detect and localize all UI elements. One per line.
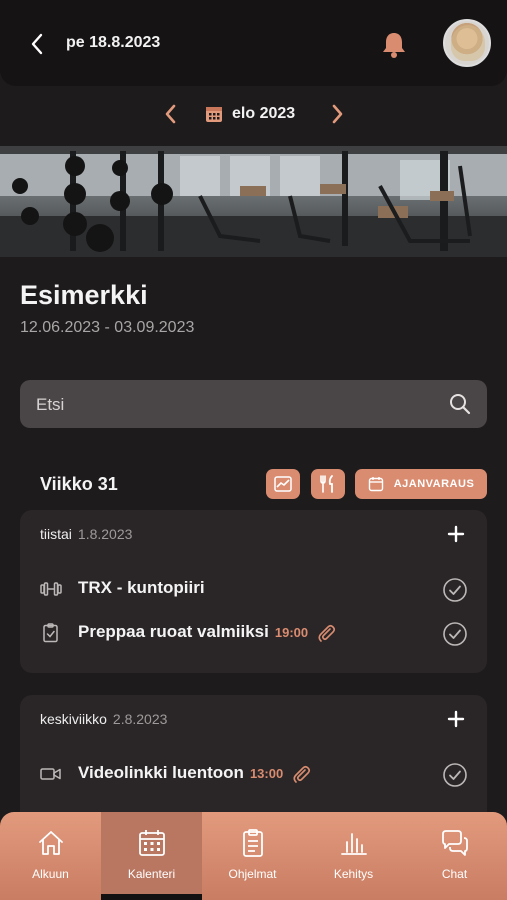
paperclip-icon[interactable] xyxy=(316,623,336,643)
fork-knife-icon xyxy=(320,475,333,493)
program-title: Esimerkki xyxy=(20,280,148,310)
nutrition-button[interactable] xyxy=(311,469,345,499)
home-icon xyxy=(39,831,63,855)
tab-kalenteri[interactable]: Kalenteri xyxy=(101,812,202,900)
day-header: tiistai 1.8.2023 xyxy=(40,526,132,542)
dumbbell-icon xyxy=(40,582,62,596)
task-time: 19:00 xyxy=(274,625,309,640)
search-input[interactable] xyxy=(34,380,438,430)
line-chart-icon xyxy=(274,476,292,492)
search-bar xyxy=(20,380,487,430)
calendar-outline-icon xyxy=(368,477,383,492)
bottom-tab-bar: Alkuun Kalenteri Ohjelmat Kehitys Chat xyxy=(0,812,507,900)
booking-button[interactable]: AJANVARAUS xyxy=(355,469,487,499)
task-title: Preppaa ruoat valmiiksi 19:00 xyxy=(78,622,336,643)
day-date: 1.8.2023 xyxy=(77,526,133,542)
chat-bubbles-icon xyxy=(442,830,468,856)
bell-icon[interactable] xyxy=(380,29,408,59)
top-header: pe 18.8.2023 xyxy=(0,0,507,86)
search-icon[interactable] xyxy=(448,392,472,416)
tab-label: Kehitys xyxy=(333,867,374,881)
previous-month-chevron-icon[interactable] xyxy=(160,102,182,126)
day-header: keskiviikko 2.8.2023 xyxy=(40,711,167,727)
clipboard-icon xyxy=(243,829,263,857)
next-month-chevron-icon[interactable] xyxy=(326,102,348,126)
calendar-icon xyxy=(206,107,222,122)
task-row[interactable]: Preppaa ruoat valmiiksi 19:00 xyxy=(20,615,487,651)
tab-label: Chat xyxy=(441,867,468,881)
day-name: keskiviikko xyxy=(40,711,107,727)
check-circle-icon[interactable] xyxy=(442,762,468,788)
booking-button-label: AJANVARAUS xyxy=(393,478,475,490)
day-date: 2.8.2023 xyxy=(112,711,168,727)
check-circle-icon[interactable] xyxy=(442,621,468,647)
month-label: elo 2023 xyxy=(232,105,296,122)
task-title: TRX - kuntopiiri xyxy=(78,578,205,597)
tab-label: Alkuun xyxy=(32,867,69,881)
tab-chat[interactable]: Chat xyxy=(404,812,505,900)
task-title-text: Videolinkki luentoon xyxy=(78,763,244,782)
gym-banner-image xyxy=(0,146,507,257)
check-circle-icon[interactable] xyxy=(442,577,468,603)
task-title-text: Preppaa ruoat valmiiksi xyxy=(78,622,269,641)
task-row[interactable]: Videolinkki luentoon 13:00 xyxy=(20,756,487,792)
paperclip-icon[interactable] xyxy=(291,764,311,784)
tab-ohjelmat[interactable]: Ohjelmat xyxy=(202,812,303,900)
program-date-range: 12.06.2023 - 03.09.2023 xyxy=(20,319,195,336)
tab-label: Ohjelmat xyxy=(228,867,277,881)
tab-kehitys[interactable]: Kehitys xyxy=(303,812,404,900)
add-task-plus-icon[interactable] xyxy=(446,709,466,729)
clipboard-check-icon xyxy=(43,623,58,643)
day-name: tiistai xyxy=(40,526,72,542)
day-card: tiistai 1.8.2023 TRX - kuntopiiri Preppa… xyxy=(20,510,487,673)
task-time: 13:00 xyxy=(249,766,284,781)
back-chevron-icon[interactable] xyxy=(26,30,48,58)
month-navigation: elo 2023 xyxy=(0,96,507,132)
avatar[interactable] xyxy=(443,19,491,67)
task-row[interactable]: TRX - kuntopiiri xyxy=(20,571,487,607)
tab-label: Kalenteri xyxy=(127,867,176,881)
tab-alkuun[interactable]: Alkuun xyxy=(0,812,101,900)
current-date-title: pe 18.8.2023 xyxy=(66,34,161,51)
calendar-icon xyxy=(139,830,165,856)
task-title: Videolinkki luentoon 13:00 xyxy=(78,763,311,784)
statistics-button[interactable] xyxy=(266,469,300,499)
video-camera-icon xyxy=(40,768,61,780)
bar-chart-icon xyxy=(341,833,367,855)
add-task-plus-icon[interactable] xyxy=(446,524,466,544)
week-label: Viikko 31 xyxy=(40,474,118,494)
